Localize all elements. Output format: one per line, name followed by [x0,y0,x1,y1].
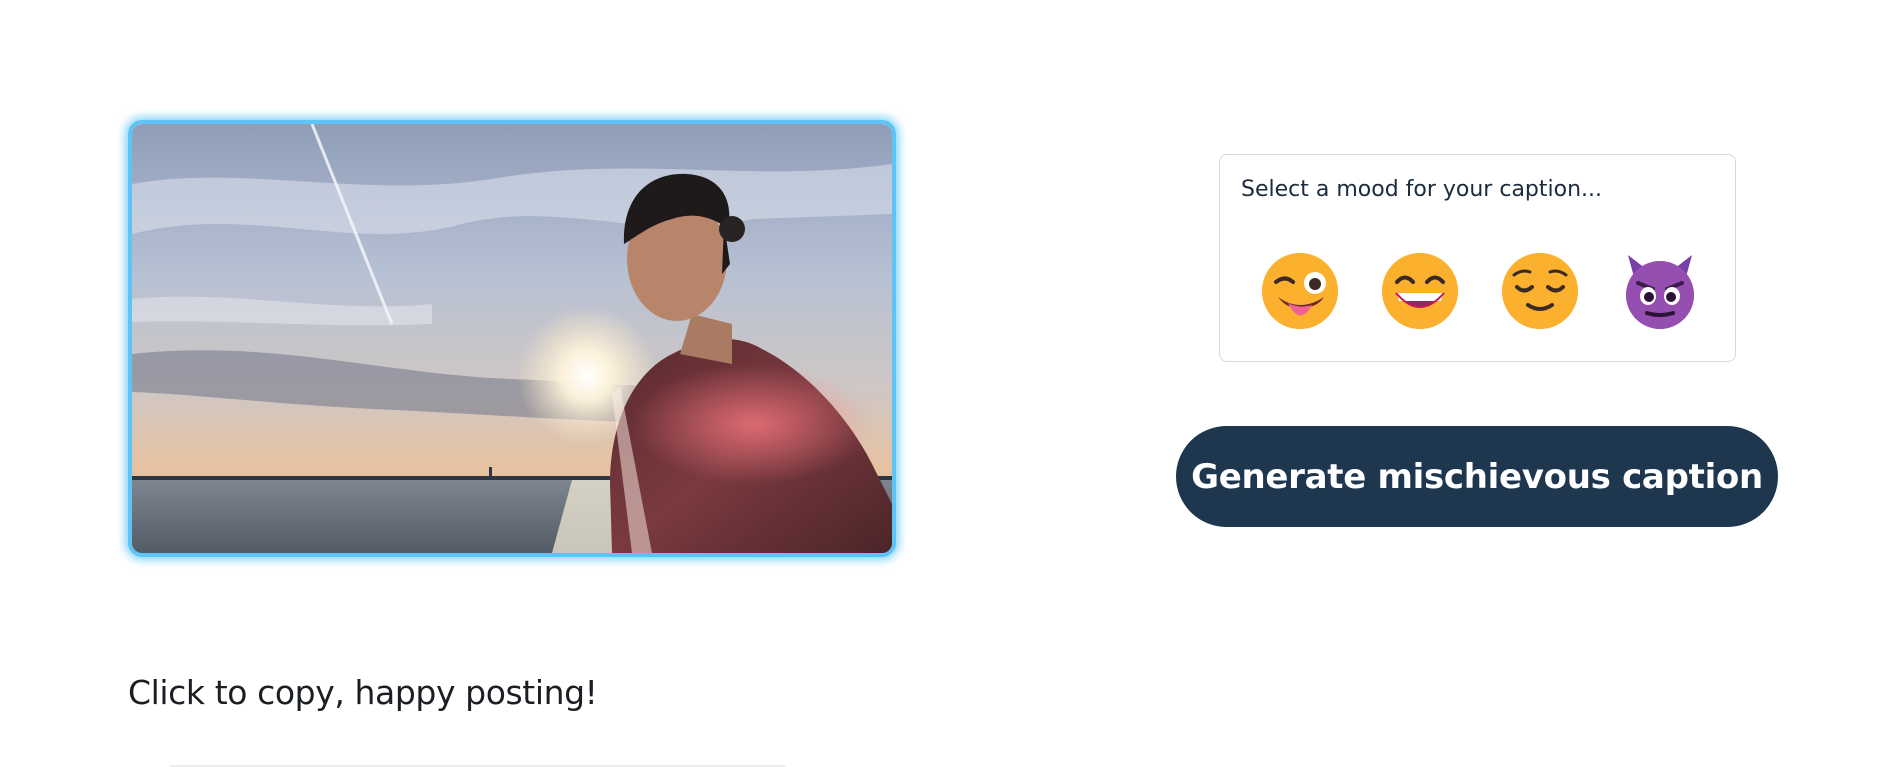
winking-face-with-tongue-icon[interactable] [1260,251,1340,331]
mood-selector-card: Select a mood for your caption... [1219,154,1736,362]
mood-prompt: Select a mood for your caption... [1241,177,1603,202]
uploaded-photo[interactable] [128,120,896,557]
grinning-face-icon[interactable] [1380,251,1460,331]
copy-hint: Click to copy, happy posting! [128,673,598,712]
photo-image [132,124,892,553]
caption-generator-page: Select a mood for your caption... Genera… [0,0,1891,767]
generate-caption-button[interactable]: Generate mischievous caption [1176,426,1778,527]
relieved-face-icon[interactable] [1500,251,1580,331]
mood-options [1260,251,1700,333]
smiling-face-with-horns-icon[interactable] [1620,251,1700,331]
